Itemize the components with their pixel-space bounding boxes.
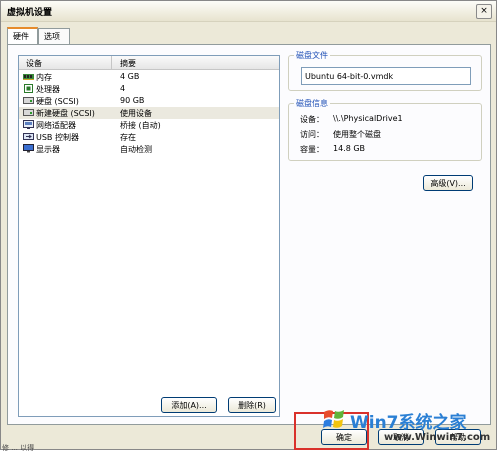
- device-summary: 桥接 (自动): [120, 121, 161, 130]
- tab-hardware[interactable]: 硬件: [7, 27, 38, 44]
- disk-file-group: 磁盘文件 Ubuntu 64-bit-0.vmdk: [288, 50, 482, 91]
- device-name: 硬盘 (SCSI): [36, 97, 79, 106]
- watermark-url: www.Winwin7.com: [384, 432, 491, 443]
- access-value: 使用整个磁盘: [333, 130, 381, 139]
- processor-icon: [24, 84, 33, 93]
- hardware-tab-panel: 设备 摘要 内存 4 GB 处理器 4 硬盘 (SCSI) 90 GB 新建硬盘…: [7, 44, 491, 425]
- watermark-brand: Win7系统之家: [350, 413, 467, 433]
- usb-icon: [23, 133, 34, 140]
- device-row-network-adapter[interactable]: 网络适配器 桥接 (自动): [19, 119, 279, 131]
- disk-info-group: 磁盘信息 设备： \\.\PhysicalDrive1 访问： 使用整个磁盘 容…: [288, 98, 482, 161]
- disk-file-group-title: 磁盘文件: [294, 50, 330, 61]
- capacity-value: 14.8 GB: [333, 144, 366, 153]
- device-summary: 使用设备: [120, 109, 152, 118]
- title-bar: 虚拟机设置 ×: [1, 1, 496, 22]
- device-row-harddisk[interactable]: 硬盘 (SCSI) 90 GB: [19, 95, 279, 107]
- column-header-summary[interactable]: 摘要: [120, 58, 136, 69]
- tab-options[interactable]: 选项: [38, 28, 70, 44]
- device-row-processor[interactable]: 处理器 4: [19, 83, 279, 95]
- remove-device-button[interactable]: 删除(R): [228, 397, 276, 413]
- window-title: 虚拟机设置: [7, 8, 53, 18]
- device-name: 新建硬盘 (SCSI): [36, 109, 95, 118]
- disk-file-field[interactable]: Ubuntu 64-bit-0.vmdk: [301, 67, 471, 85]
- device-summary: 存在: [120, 133, 136, 142]
- capacity-label: 容量：: [300, 145, 324, 154]
- device-list[interactable]: 设备 摘要 内存 4 GB 处理器 4 硬盘 (SCSI) 90 GB 新建硬盘…: [18, 55, 280, 417]
- advanced-button[interactable]: 高级(V)...: [423, 175, 473, 191]
- device-name: 处理器: [36, 85, 60, 94]
- device-summary: 90 GB: [120, 96, 145, 105]
- windows-logo-icon: [323, 410, 344, 428]
- network-adapter-icon: [23, 120, 34, 129]
- harddisk-icon: [23, 97, 34, 104]
- add-device-button[interactable]: 添加(A)...: [161, 397, 217, 413]
- device-value: \\.\PhysicalDrive1: [333, 114, 403, 123]
- memory-icon: [23, 74, 34, 80]
- device-summary: 4 GB: [120, 72, 140, 81]
- device-name: 显示器: [36, 145, 60, 154]
- column-header-device[interactable]: 设备: [26, 58, 42, 69]
- device-row-memory[interactable]: 内存 4 GB: [19, 71, 279, 83]
- device-name: 内存: [36, 73, 52, 82]
- column-separator[interactable]: [111, 56, 112, 69]
- vm-settings-window: 虚拟机设置 × 硬件 选项 设备 摘要 内存 4 GB 处理器 4 硬盘 (SC…: [0, 0, 497, 450]
- device-row-usb[interactable]: USB 控制器 存在: [19, 131, 279, 143]
- access-label: 访问：: [300, 130, 324, 139]
- disk-info-group-title: 磁盘信息: [294, 98, 330, 109]
- site-watermark: Win7系统之家 www.Winwin7.com: [322, 402, 498, 450]
- device-list-header: 设备 摘要: [19, 56, 279, 70]
- display-icon: [23, 144, 34, 153]
- device-label: 设备：: [300, 115, 324, 124]
- close-button[interactable]: ×: [476, 4, 492, 19]
- device-row-new-harddisk[interactable]: 新建硬盘 (SCSI) 使用设备: [19, 107, 279, 119]
- device-summary: 自动检测: [120, 145, 152, 154]
- device-name: 网络适配器: [36, 121, 76, 130]
- device-name: USB 控制器: [36, 133, 79, 142]
- harddisk-icon: [23, 109, 34, 116]
- device-row-display[interactable]: 显示器 自动检测: [19, 143, 279, 155]
- device-summary: 4: [120, 84, 126, 93]
